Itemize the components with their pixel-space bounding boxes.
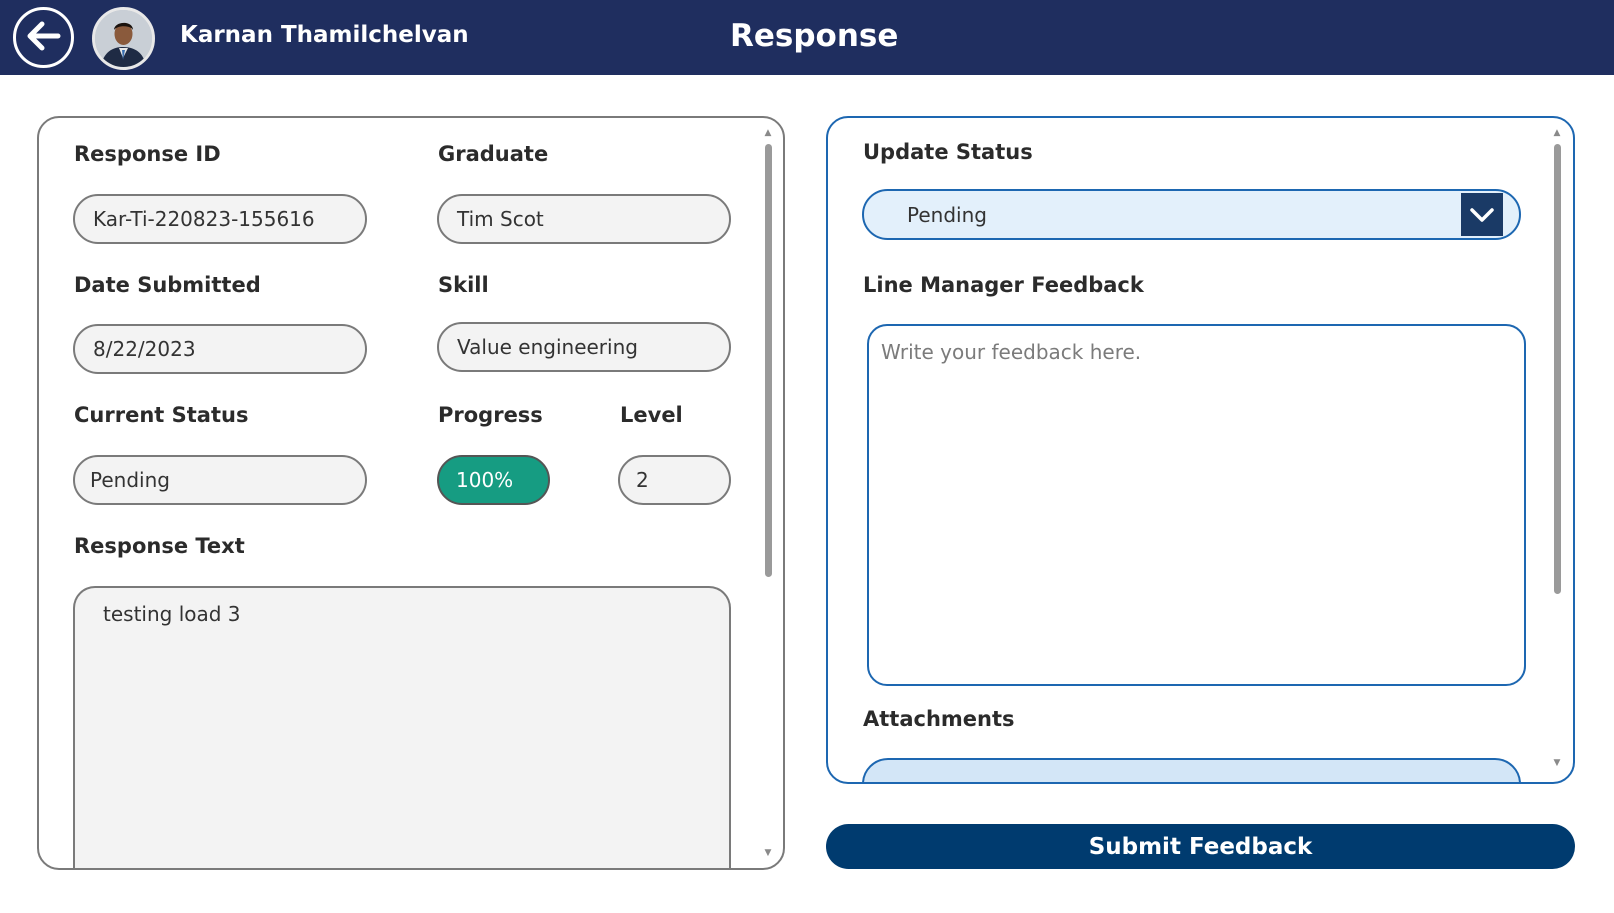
scroll-down-icon[interactable]: ▼: [1551, 758, 1563, 768]
back-button[interactable]: [13, 7, 74, 68]
scroll-thumb[interactable]: [1554, 144, 1561, 594]
update-status-selected: Pending: [907, 202, 987, 227]
current-status-field[interactable]: Pending: [73, 455, 367, 505]
user-name: Karnan Thamilchelvan: [180, 22, 469, 48]
response-id-label: Response ID: [74, 142, 221, 166]
left-panel-scrollbar[interactable]: ▲ ▼: [762, 128, 774, 858]
update-status-dropdown[interactable]: Pending: [862, 189, 1521, 240]
chevron-down-icon[interactable]: [1461, 193, 1503, 236]
attachments-dropzone[interactable]: [862, 758, 1521, 782]
attachments-label: Attachments: [863, 707, 1015, 731]
date-submitted-label: Date Submitted: [74, 273, 261, 297]
response-details-panel: Response ID Kar-Ti-220823-155616 Graduat…: [37, 116, 785, 870]
arrow-left-icon: [27, 21, 61, 55]
graduate-field[interactable]: Tim Scot: [437, 194, 731, 244]
scroll-up-icon[interactable]: ▲: [1551, 128, 1563, 138]
response-id-field[interactable]: Kar-Ti-220823-155616: [73, 194, 367, 244]
date-submitted-field[interactable]: 8/22/2023: [73, 324, 367, 374]
line-manager-feedback-label: Line Manager Feedback: [863, 273, 1144, 297]
avatar: [92, 7, 155, 70]
feedback-panel: Update Status Pending Line Manager Feedb…: [826, 116, 1575, 784]
level-field[interactable]: 2: [618, 455, 731, 505]
skill-field[interactable]: Value engineering: [437, 322, 731, 372]
graduate-label: Graduate: [438, 142, 549, 166]
current-status-label: Current Status: [74, 403, 249, 427]
scroll-down-icon[interactable]: ▼: [762, 848, 774, 858]
submit-feedback-button[interactable]: Submit Feedback: [826, 824, 1575, 869]
feedback-textarea[interactable]: [867, 324, 1526, 686]
update-status-label: Update Status: [863, 140, 1033, 164]
scroll-thumb[interactable]: [765, 144, 772, 577]
response-text-field[interactable]: testing load 3: [73, 586, 731, 868]
level-label: Level: [620, 403, 683, 427]
app-header: Karnan Thamilchelvan Response: [0, 0, 1614, 75]
page-title: Response: [730, 18, 899, 54]
right-panel-scrollbar[interactable]: ▲ ▼: [1551, 128, 1563, 768]
response-text-label: Response Text: [74, 534, 245, 558]
progress-label: Progress: [438, 403, 543, 427]
progress-badge: 100%: [437, 455, 550, 505]
skill-label: Skill: [438, 273, 489, 297]
scroll-up-icon[interactable]: ▲: [762, 128, 774, 138]
